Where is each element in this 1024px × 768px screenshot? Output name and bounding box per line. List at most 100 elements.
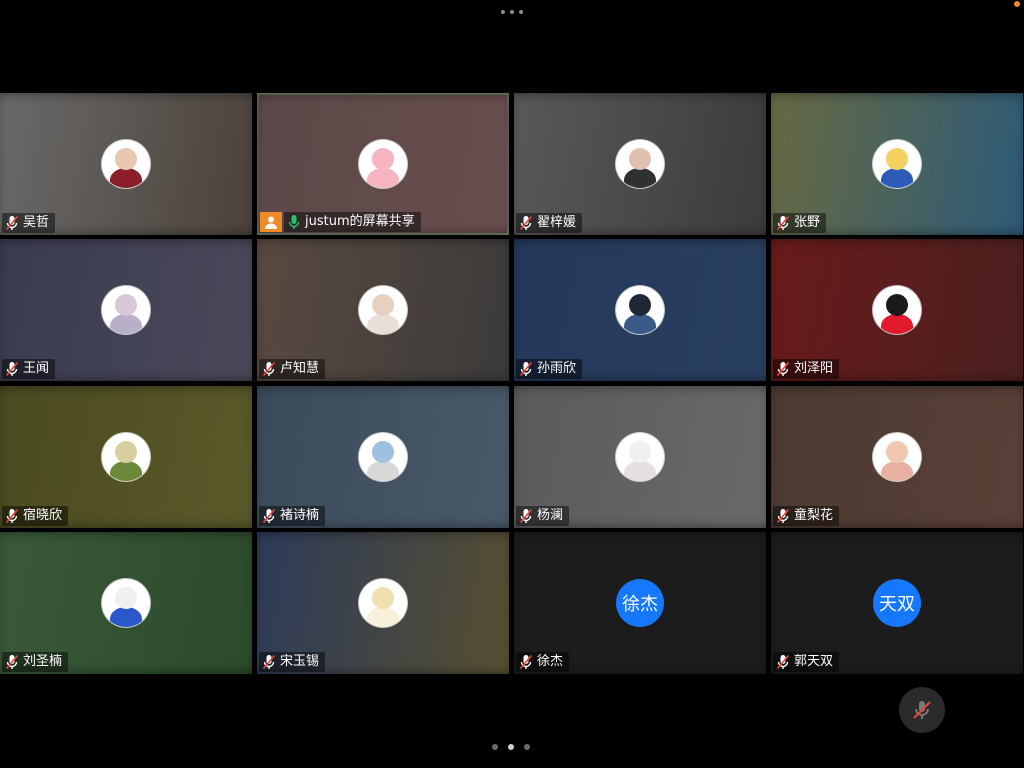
screen-share-icon bbox=[260, 212, 282, 232]
participant-tile[interactable]: 褚诗楠 bbox=[257, 386, 509, 528]
avatar-body bbox=[367, 461, 399, 481]
participant-tile[interactable]: 翟梓媛 bbox=[514, 93, 766, 235]
page-indicator[interactable] bbox=[490, 742, 534, 752]
participant-name: 宋玉锡 bbox=[280, 654, 320, 669]
mic-muted-icon bbox=[5, 361, 19, 377]
name-label: 杨澜 bbox=[516, 506, 570, 526]
page-dot[interactable] bbox=[508, 744, 514, 750]
avatar-body bbox=[624, 168, 656, 188]
participant-name: 王闻 bbox=[23, 361, 50, 376]
avatar-face bbox=[629, 441, 651, 463]
avatar-face bbox=[372, 148, 394, 170]
participant-tile[interactable]: 杨澜 bbox=[514, 386, 766, 528]
avatar bbox=[102, 140, 150, 188]
participant-tile[interactable]: 王闻 bbox=[0, 239, 252, 381]
avatar bbox=[359, 579, 407, 627]
participant-tile[interactable]: justum的屏幕共享 bbox=[257, 93, 509, 235]
avatar-face bbox=[115, 294, 137, 316]
avatar-face bbox=[372, 294, 394, 316]
mic-muted-icon bbox=[776, 508, 790, 524]
avatar bbox=[616, 433, 664, 481]
avatar-body bbox=[110, 461, 142, 481]
avatar-body bbox=[624, 314, 656, 334]
avatar-face bbox=[886, 148, 908, 170]
more-dots-icon[interactable] bbox=[500, 6, 524, 18]
avatar bbox=[359, 140, 407, 188]
mic-muted-icon bbox=[776, 215, 790, 231]
name-label: 宿晓欣 bbox=[2, 506, 69, 526]
avatar-face bbox=[372, 441, 394, 463]
name-label: 褚诗楠 bbox=[259, 506, 326, 526]
mic-off-icon bbox=[913, 701, 931, 719]
avatar-body bbox=[624, 461, 656, 481]
participant-tile[interactable]: 天双郭天双 bbox=[771, 532, 1023, 674]
participant-name: 刘圣楠 bbox=[23, 654, 63, 669]
avatar bbox=[873, 433, 921, 481]
participant-name: 翟梓媛 bbox=[537, 215, 577, 230]
participant-tile[interactable]: 童梨花 bbox=[771, 386, 1023, 528]
participant-name: 郭天双 bbox=[794, 654, 834, 669]
name-label: 刘泽阳 bbox=[773, 359, 840, 379]
mic-muted-icon bbox=[262, 508, 276, 524]
avatar-face bbox=[629, 148, 651, 170]
avatar bbox=[102, 579, 150, 627]
page-dot[interactable] bbox=[524, 744, 530, 750]
avatar-body bbox=[881, 461, 913, 481]
participant-name: 吴哲 bbox=[23, 215, 50, 230]
participant-tile[interactable]: 宋玉锡 bbox=[257, 532, 509, 674]
avatar bbox=[616, 140, 664, 188]
avatar-body bbox=[367, 314, 399, 334]
status-indicator bbox=[1014, 1, 1020, 7]
avatar-body bbox=[367, 168, 399, 188]
participant-name: 褚诗楠 bbox=[280, 508, 320, 523]
avatar-face bbox=[115, 148, 137, 170]
participant-tile[interactable]: 吴哲 bbox=[0, 93, 252, 235]
avatar-initials: 徐杰 bbox=[616, 579, 664, 627]
participant-name: 杨澜 bbox=[537, 508, 564, 523]
participant-tile[interactable]: 徐杰 徐杰 bbox=[514, 532, 766, 674]
name-label: 刘圣楠 bbox=[2, 652, 69, 672]
name-label: 张野 bbox=[773, 213, 827, 233]
page-dot[interactable] bbox=[492, 744, 498, 750]
participant-name: 张野 bbox=[794, 215, 821, 230]
participant-name: 卢知慧 bbox=[280, 361, 320, 376]
avatar-body bbox=[367, 607, 399, 627]
name-label: 翟梓媛 bbox=[516, 213, 583, 233]
participant-name: justum的屏幕共享 bbox=[305, 214, 415, 229]
avatar-body bbox=[110, 607, 142, 627]
avatar-face bbox=[372, 587, 394, 609]
mic-muted-icon bbox=[519, 361, 533, 377]
mute-button[interactable] bbox=[899, 687, 945, 733]
participant-tile[interactable]: 刘泽阳 bbox=[771, 239, 1023, 381]
name-label: 宋玉锡 bbox=[259, 652, 326, 672]
avatar-body bbox=[110, 168, 142, 188]
participant-name: 童梨花 bbox=[794, 508, 834, 523]
participant-tile[interactable]: 张野 bbox=[771, 93, 1023, 235]
avatar-face bbox=[115, 587, 137, 609]
participant-name: 徐杰 bbox=[537, 654, 564, 669]
mic-muted-icon bbox=[776, 361, 790, 377]
avatar bbox=[616, 286, 664, 334]
avatar-face bbox=[115, 441, 137, 463]
name-label: 王闻 bbox=[2, 359, 56, 379]
participant-tile[interactable]: 刘圣楠 bbox=[0, 532, 252, 674]
avatar bbox=[102, 286, 150, 334]
name-label: 童梨花 bbox=[773, 506, 840, 526]
avatar bbox=[873, 286, 921, 334]
mic-muted-icon bbox=[776, 654, 790, 670]
avatar-initials: 天双 bbox=[873, 579, 921, 627]
name-label: 吴哲 bbox=[2, 213, 56, 233]
avatar-body bbox=[881, 168, 913, 188]
name-label: justum的屏幕共享 bbox=[284, 212, 421, 232]
participant-tile[interactable]: 宿晓欣 bbox=[0, 386, 252, 528]
mic-muted-icon bbox=[5, 508, 19, 524]
name-label: 徐杰 bbox=[516, 652, 570, 672]
mic-muted-icon bbox=[262, 361, 276, 377]
participant-tile[interactable]: 孙雨欣 bbox=[514, 239, 766, 381]
mic-muted-icon bbox=[5, 215, 19, 231]
avatar-face bbox=[629, 294, 651, 316]
name-label: 卢知慧 bbox=[259, 359, 326, 379]
avatar-body bbox=[110, 314, 142, 334]
mic-muted-icon bbox=[5, 654, 19, 670]
participant-tile[interactable]: 卢知慧 bbox=[257, 239, 509, 381]
